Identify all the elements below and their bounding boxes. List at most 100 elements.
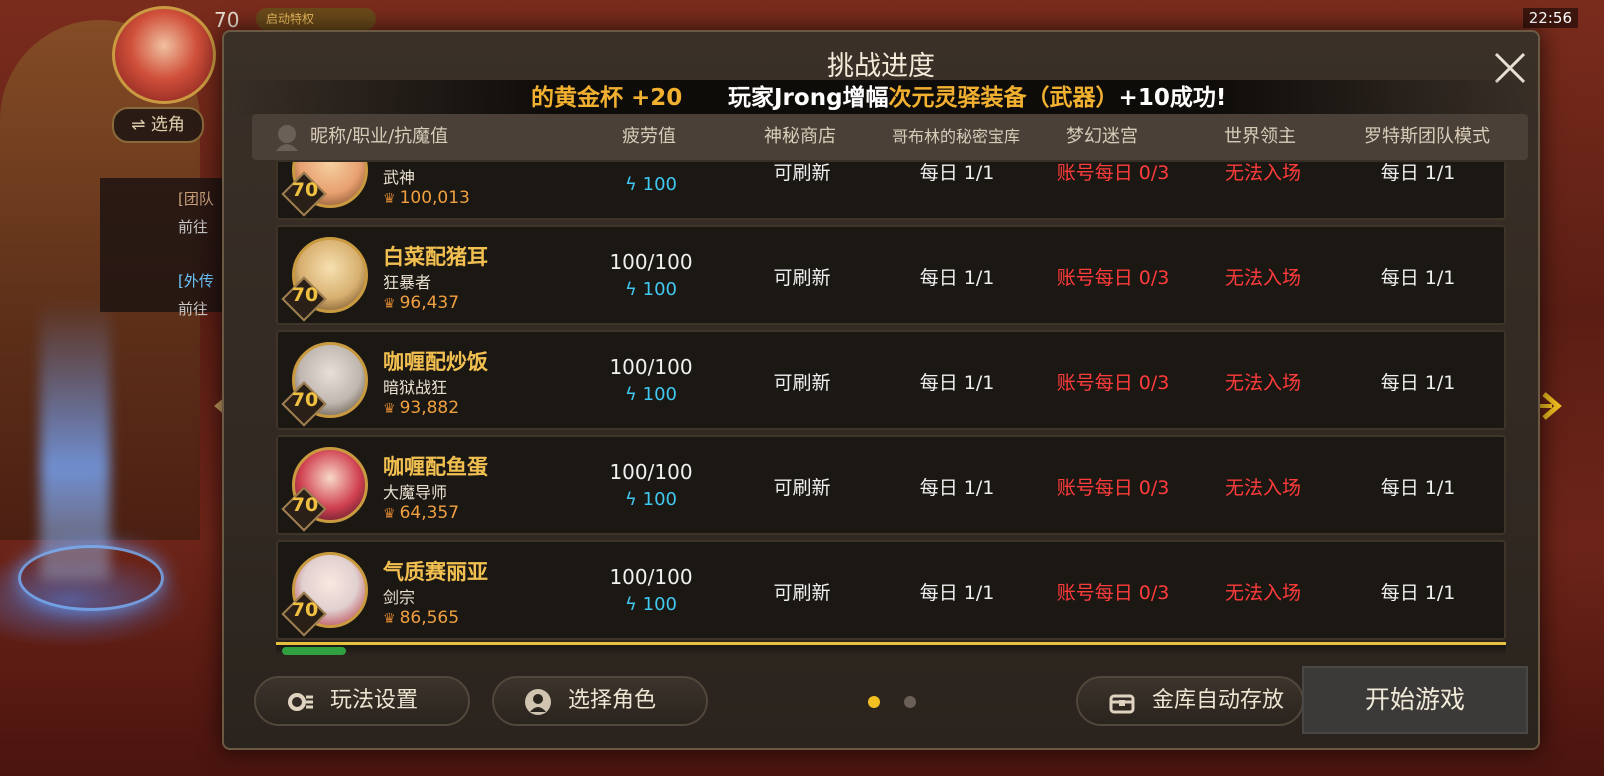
power-value: 93,882 xyxy=(399,398,460,418)
fatigue-energy: ϟ 100 xyxy=(596,174,706,195)
table-row[interactable]: 70 武神 ♛ 100,013 ϟ 100 可刷新 每日 1/1 账号每日 0/3… xyxy=(276,162,1506,220)
shop-status: 可刷新 xyxy=(773,372,831,394)
chat-panel[interactable]: [团队 前往 [外传 前往 xyxy=(100,178,224,318)
dream-status: 账号每日 0/3 xyxy=(1056,372,1170,394)
head-silhouette-icon xyxy=(276,125,298,151)
character-power: ♛ 96,437 xyxy=(383,293,459,313)
dialog-title: 挑战进度 xyxy=(827,51,935,82)
background-magic-circle xyxy=(18,545,164,611)
boss-status: 无法入场 xyxy=(1224,267,1301,289)
energy-value: 100 xyxy=(642,594,677,615)
character-level: 70 xyxy=(291,494,319,516)
boss-status: 无法入场 xyxy=(1224,477,1301,499)
background-portal xyxy=(40,300,110,580)
raid-status: 每日 1/1 xyxy=(1380,477,1456,499)
challenge-progress-dialog: 挑战进度 的黄金杯 +20 玩家Jrong增幅次元灵驿装备（武器）+10成功! … xyxy=(222,30,1540,750)
dream-status: 账号每日 0/3 xyxy=(1056,162,1170,184)
banner-prefix: 玩家Jrong增幅 xyxy=(728,85,889,111)
character-power: ♛ 64,357 xyxy=(383,503,459,523)
chat-line: [团队 xyxy=(178,190,214,208)
fatigue-energy: ϟ 100 xyxy=(596,279,706,300)
character-job: 大魔导师 xyxy=(383,483,448,502)
power-value: 64,357 xyxy=(399,503,460,523)
privilege-badge[interactable]: 启动特权 xyxy=(256,8,376,30)
page-dot-active[interactable] xyxy=(868,696,880,708)
player-avatar[interactable] xyxy=(112,6,216,104)
resistance-icon: ♛ xyxy=(383,611,396,627)
lightning-icon: ϟ xyxy=(625,384,643,405)
selected-row-edge xyxy=(276,642,1506,656)
energy-value: 100 xyxy=(642,489,677,510)
goblin-status: 每日 1/1 xyxy=(919,477,995,499)
switch-role-button[interactable]: ⇌ 选角 xyxy=(112,107,204,143)
character-name: 咖喱配炒饭 xyxy=(383,350,488,374)
character-name: 白菜配猪耳 xyxy=(383,245,488,269)
column-header-dream: 梦幻迷宫 xyxy=(1066,126,1138,147)
goblin-status: 每日 1/1 xyxy=(919,162,995,184)
table-row[interactable]: 70 咖喱配鱼蛋 大魔导师 ♛ 64,357 100/100 ϟ 100 可刷新 … xyxy=(276,435,1506,535)
fatigue-value: 100/100 xyxy=(609,355,693,379)
character-list[interactable]: 70 武神 ♛ 100,013 ϟ 100 可刷新 每日 1/1 账号每日 0/3… xyxy=(276,162,1506,646)
fatigue-value: 100/100 xyxy=(609,250,693,274)
boss-status: 无法入场 xyxy=(1224,162,1301,184)
column-header-goblin: 哥布林的秘密宝库 xyxy=(891,127,1020,146)
chest-icon xyxy=(1109,694,1135,714)
character-power: ♛ 93,882 xyxy=(383,398,459,418)
table-row[interactable]: 70 白菜配猪耳 狂暴者 ♛ 96,437 100/100 ϟ 100 可刷新 每… xyxy=(276,225,1506,325)
goblin-status: 每日 1/1 xyxy=(919,372,995,394)
settings-label: 玩法设置 xyxy=(330,688,419,713)
column-header-fatigue: 疲劳值 xyxy=(622,126,676,147)
goblin-status: 每日 1/1 xyxy=(919,582,995,604)
vault-label: 金库自动存放 xyxy=(1152,688,1285,713)
column-header-shop: 神秘商店 xyxy=(764,126,836,147)
character-job: 暗狱战狂 xyxy=(383,378,448,397)
dream-status: 账号每日 0/3 xyxy=(1056,582,1170,604)
row-tag xyxy=(282,647,346,655)
banner-left-text: 的黄金杯 +20 xyxy=(531,85,683,111)
resistance-icon: ♛ xyxy=(383,296,396,312)
character-power: ♛ 86,565 xyxy=(383,608,459,628)
raid-status: 每日 1/1 xyxy=(1380,372,1456,394)
chat-line: 前往 xyxy=(178,300,209,318)
table-row[interactable]: 70 咖喱配炒饭 暗狱战狂 ♛ 93,882 100/100 ϟ 100 可刷新 … xyxy=(276,330,1506,430)
dream-status: 账号每日 0/3 xyxy=(1056,267,1170,289)
boss-status: 无法入场 xyxy=(1224,582,1301,604)
column-header-boss: 世界领主 xyxy=(1224,126,1296,147)
character-level: 70 xyxy=(291,389,319,411)
gear-icon xyxy=(288,693,313,711)
character-level: 70 xyxy=(291,284,319,306)
banner-highlight: 次元灵驿装备（武器） xyxy=(888,85,1119,111)
energy-value: 100 xyxy=(642,174,677,195)
character-job: 武神 xyxy=(383,168,416,187)
character-job: 狂暴者 xyxy=(383,273,432,292)
start-game-button[interactable]: 开始游戏 xyxy=(1302,666,1528,734)
select-role-label: 选择角色 xyxy=(568,688,657,713)
dream-status: 账号每日 0/3 xyxy=(1056,477,1170,499)
banner-suffix: +10成功! xyxy=(1118,85,1227,111)
fatigue-value: 100/100 xyxy=(609,460,693,484)
broadcast-banner: 的黄金杯 +20 玩家Jrong增幅次元灵驿装备（武器）+10成功! xyxy=(224,80,1538,116)
raid-status: 每日 1/1 xyxy=(1380,162,1456,184)
fatigue-energy: ϟ 100 xyxy=(596,384,706,405)
shop-status: 可刷新 xyxy=(773,582,831,604)
table-row[interactable]: 70 气质赛丽亚 剑宗 ♛ 86,565 100/100 ϟ 100 可刷新 每日… xyxy=(276,540,1506,640)
clock: 22:56 xyxy=(1522,8,1578,28)
boss-status: 无法入场 xyxy=(1224,372,1301,394)
energy-value: 100 xyxy=(642,384,677,405)
raid-status: 每日 1/1 xyxy=(1380,582,1456,604)
gameplay-settings-button[interactable]: 玩法设置 xyxy=(254,676,470,726)
chat-line: [外传 xyxy=(178,272,214,290)
character-name: 咖喱配鱼蛋 xyxy=(383,455,488,479)
character-job: 剑宗 xyxy=(383,588,416,607)
shop-status: 可刷新 xyxy=(773,267,831,289)
page-dot[interactable] xyxy=(904,696,916,708)
vault-auto-deposit-button[interactable]: 金库自动存放 xyxy=(1076,676,1304,726)
fatigue-energy: ϟ 100 xyxy=(596,489,706,510)
goblin-status: 每日 1/1 xyxy=(919,267,995,289)
fatigue-energy: ϟ 100 xyxy=(596,594,706,615)
character-level: 70 xyxy=(291,599,319,621)
power-value: 100,013 xyxy=(399,188,470,208)
lightning-icon: ϟ xyxy=(625,174,643,195)
power-value: 96,437 xyxy=(399,293,460,313)
select-role-button[interactable]: 选择角色 xyxy=(492,676,708,726)
